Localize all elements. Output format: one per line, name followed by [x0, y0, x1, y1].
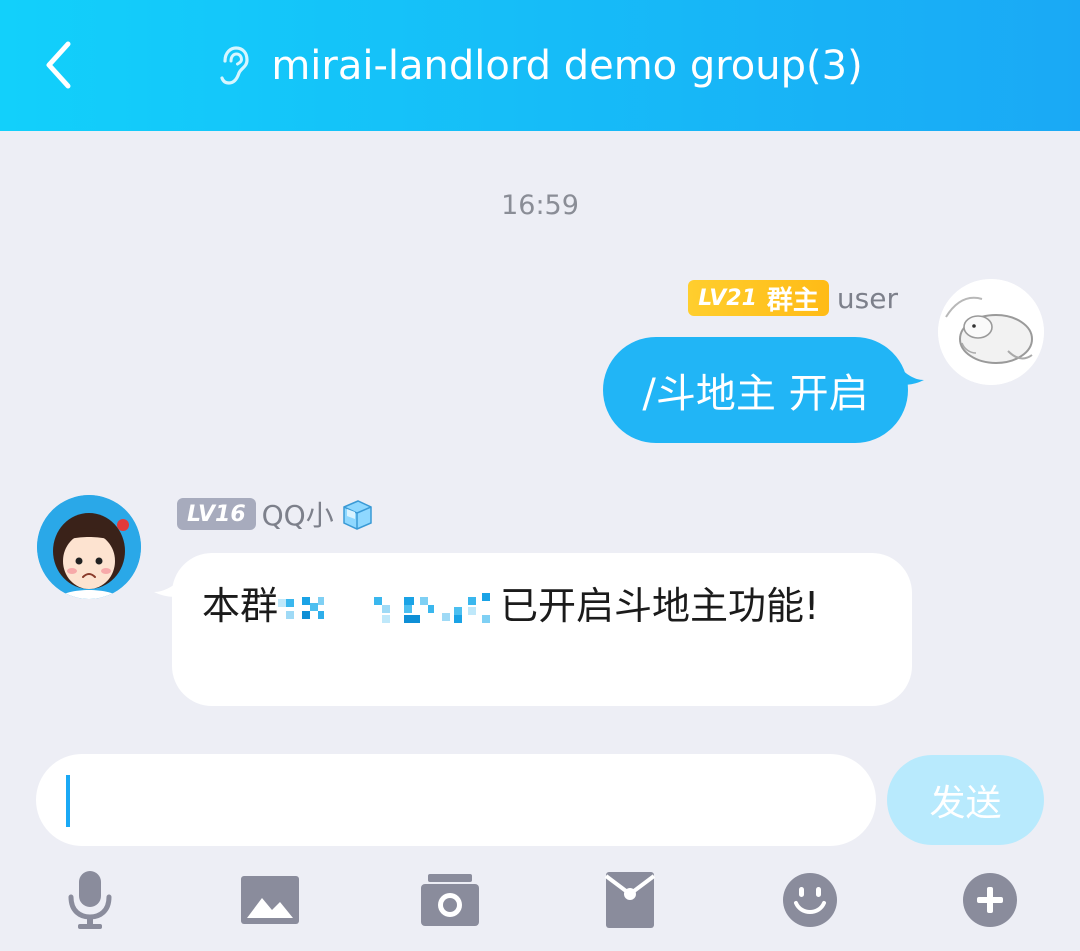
- message-bubble-outgoing[interactable]: /斗地主 开启: [603, 337, 908, 443]
- text-caret: [66, 775, 70, 827]
- redacted-text-mosaic: [278, 592, 491, 623]
- plus-icon[interactable]: [960, 868, 1020, 932]
- back-button[interactable]: [28, 30, 88, 100]
- avatar[interactable]: [938, 279, 1044, 385]
- sender-meta-user: LV21 群主 user: [688, 280, 898, 316]
- message-bubble-incoming[interactable]: 本群 已开启斗地主功能!: [172, 553, 912, 706]
- message-text: /斗地主 开启: [642, 371, 869, 417]
- sender-name[interactable]: user: [837, 282, 898, 315]
- level-badge: LV21 群主: [688, 280, 829, 316]
- emoji-icon[interactable]: [780, 868, 840, 932]
- ice-cube-icon: [340, 497, 374, 531]
- level-badge: LV16: [177, 498, 256, 530]
- avatar[interactable]: [37, 495, 141, 599]
- title-wrap: mirai-landlord demo group(3): [0, 0, 1080, 131]
- role-label: 群主: [766, 285, 819, 316]
- ear-icon[interactable]: [217, 44, 257, 88]
- send-button[interactable]: 发送: [887, 755, 1044, 845]
- sender-name[interactable]: QQ小: [262, 494, 334, 534]
- girl-avatar-image: [37, 495, 141, 599]
- camera-icon[interactable]: [420, 868, 480, 932]
- sender-meta-bot: LV16 QQ小: [177, 494, 374, 534]
- microphone-icon[interactable]: [60, 868, 120, 932]
- title-bar: mirai-landlord demo group(3): [0, 0, 1080, 131]
- message-text-before: 本群: [202, 584, 279, 628]
- level-label: LV21: [698, 285, 757, 311]
- red-packet-icon[interactable]: [600, 868, 660, 932]
- hamster-avatar-image: [938, 279, 1044, 385]
- message-text-after: 已开启斗地主功能!: [500, 584, 820, 628]
- message-timestamp: 16:59: [501, 190, 579, 221]
- chevron-left-icon: [46, 41, 71, 89]
- image-icon[interactable]: [240, 868, 300, 932]
- message-input[interactable]: [36, 754, 876, 846]
- bubble-tail: [898, 366, 924, 385]
- chat-title: mirai-landlord demo group(3): [271, 42, 863, 89]
